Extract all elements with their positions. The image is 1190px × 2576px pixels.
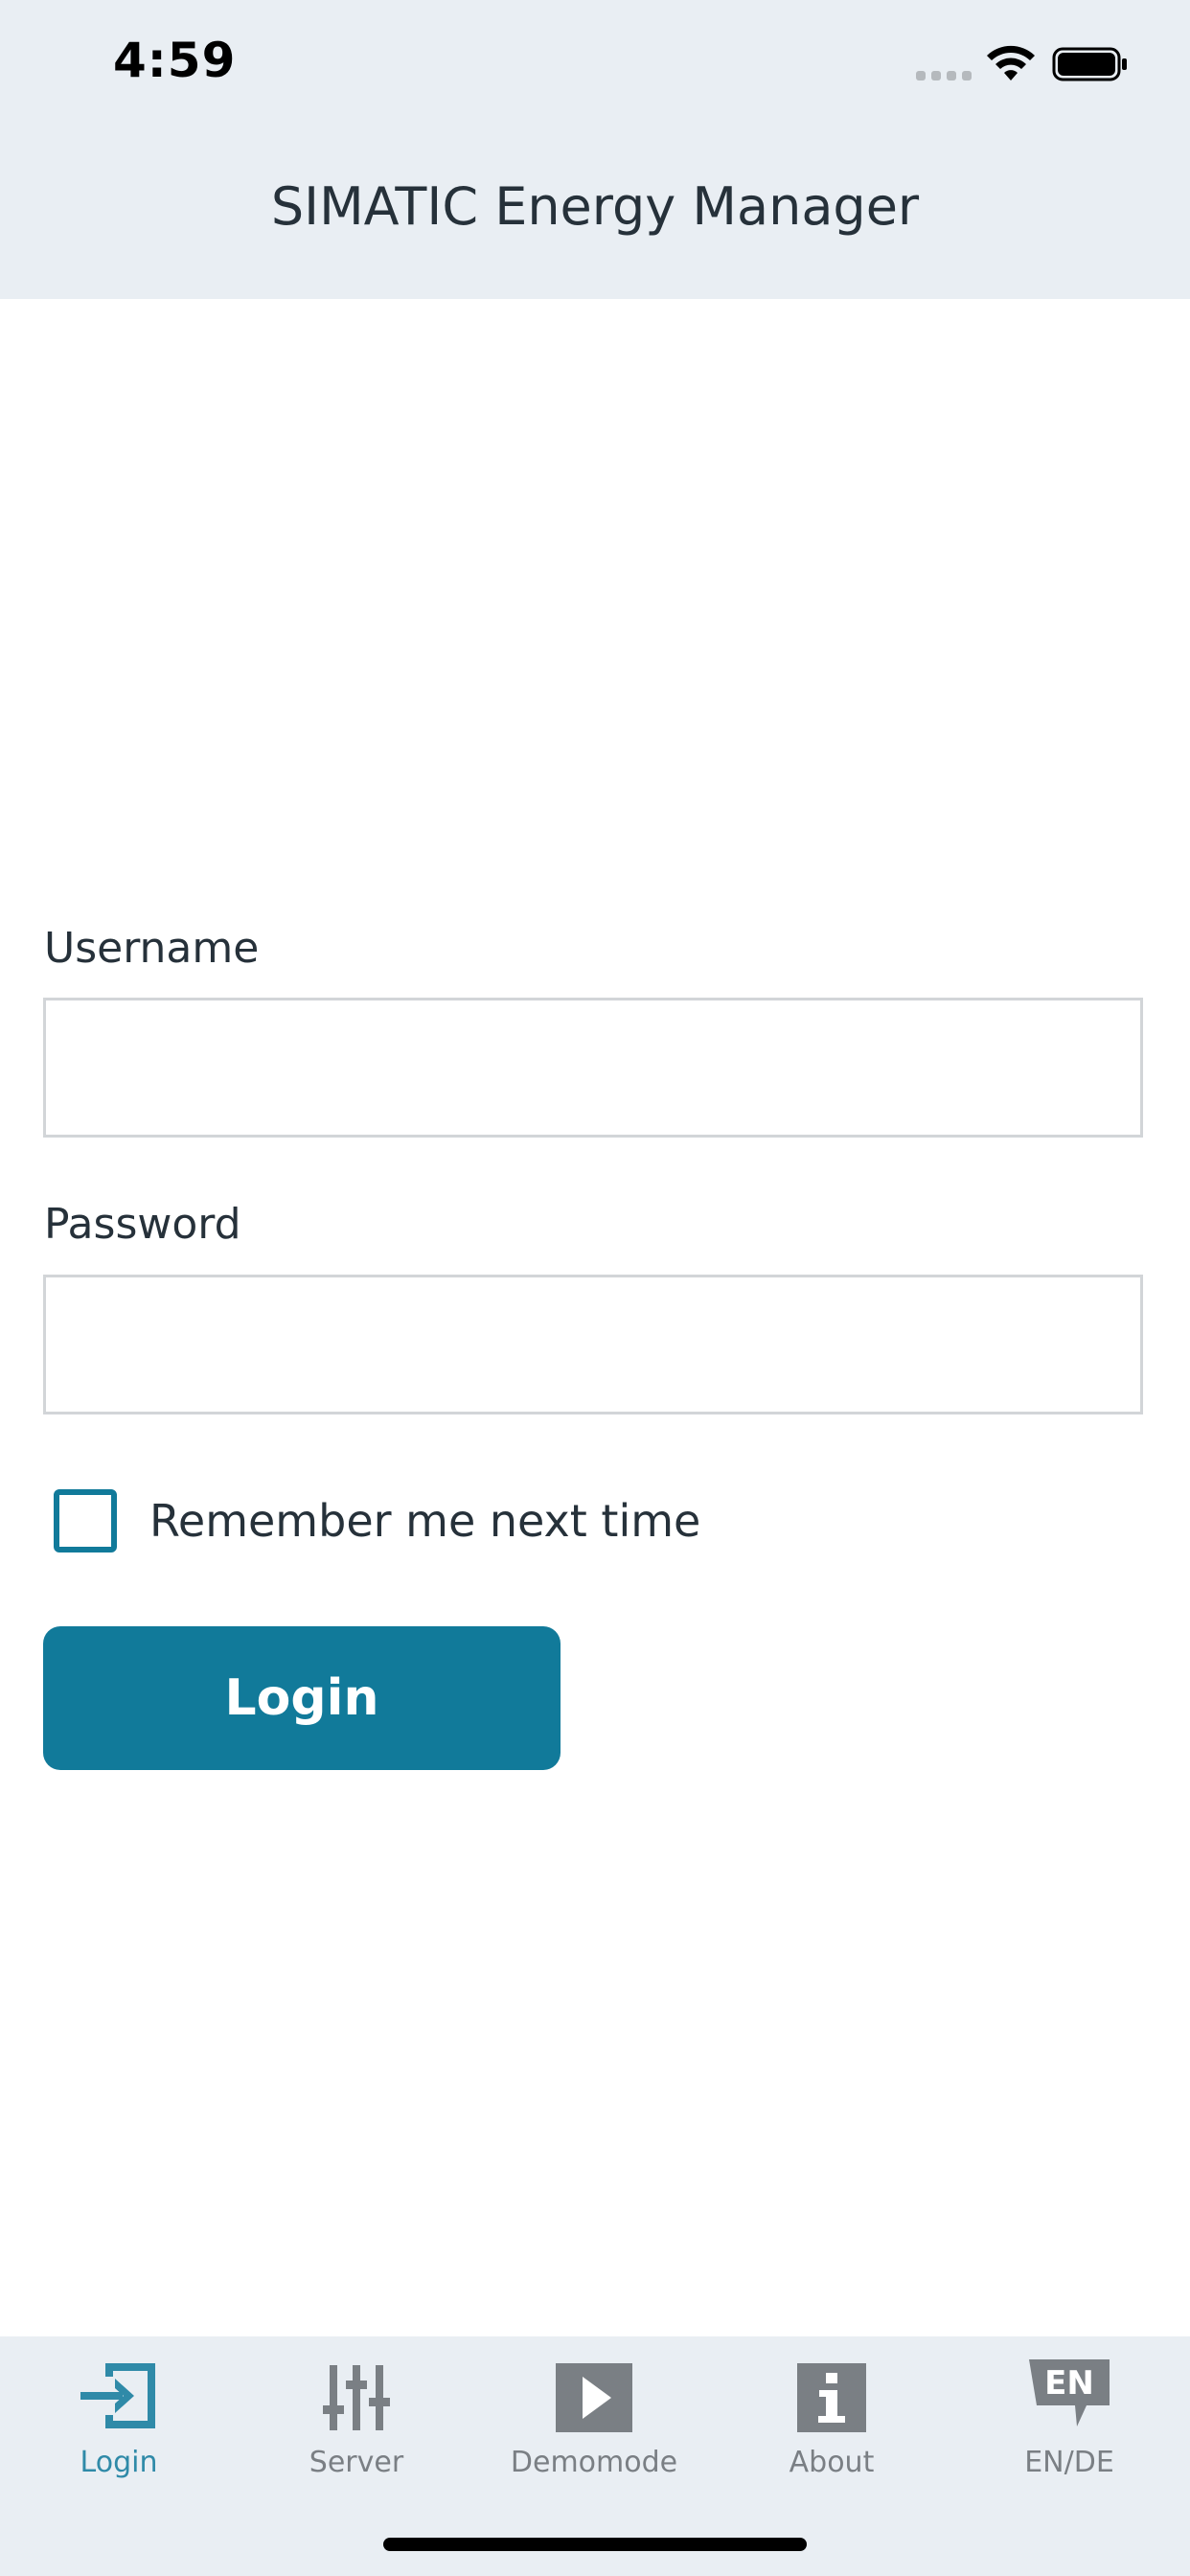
remember-me-row[interactable]: Remember me next time (54, 1487, 700, 1554)
battery-icon (1052, 47, 1127, 81)
password-input[interactable] (43, 1275, 1143, 1414)
top-bar: 4:59 SIMATIC Energy Manager (0, 0, 1190, 299)
password-label: Password (44, 1200, 241, 1249)
tab-label-demomode: Demomode (510, 2446, 678, 2479)
tab-label-login: Login (80, 2446, 158, 2479)
tab-login[interactable]: Login (0, 2356, 238, 2509)
sliders-icon (323, 2365, 390, 2430)
cellular-signal-icon (916, 71, 972, 80)
login-icon (80, 2363, 155, 2428)
home-indicator (383, 2538, 807, 2551)
tab-label-language: EN/DE (1024, 2446, 1114, 2479)
language-icon: EN (1029, 2359, 1110, 2426)
tab-demomode[interactable]: Demomode (475, 2356, 713, 2509)
tab-server[interactable]: Server (238, 2356, 475, 2509)
info-icon (797, 2363, 866, 2432)
tab-about[interactable]: About (713, 2356, 950, 2509)
tab-label-about: About (789, 2446, 875, 2479)
play-icon (556, 2363, 632, 2432)
status-time: 4:59 (113, 33, 237, 88)
remember-me-label: Remember me next time (149, 1495, 701, 1547)
login-button[interactable]: Login (43, 1626, 561, 1770)
svg-text:EN: EN (1044, 2364, 1094, 2403)
tab-label-server: Server (309, 2446, 404, 2479)
remember-me-checkbox[interactable] (54, 1489, 117, 1552)
tab-language[interactable]: EN EN/DE (950, 2356, 1188, 2509)
username-input[interactable] (43, 998, 1143, 1138)
wifi-icon (987, 45, 1035, 80)
username-label: Username (44, 924, 260, 973)
page-title: SIMATIC Energy Manager (270, 176, 920, 237)
